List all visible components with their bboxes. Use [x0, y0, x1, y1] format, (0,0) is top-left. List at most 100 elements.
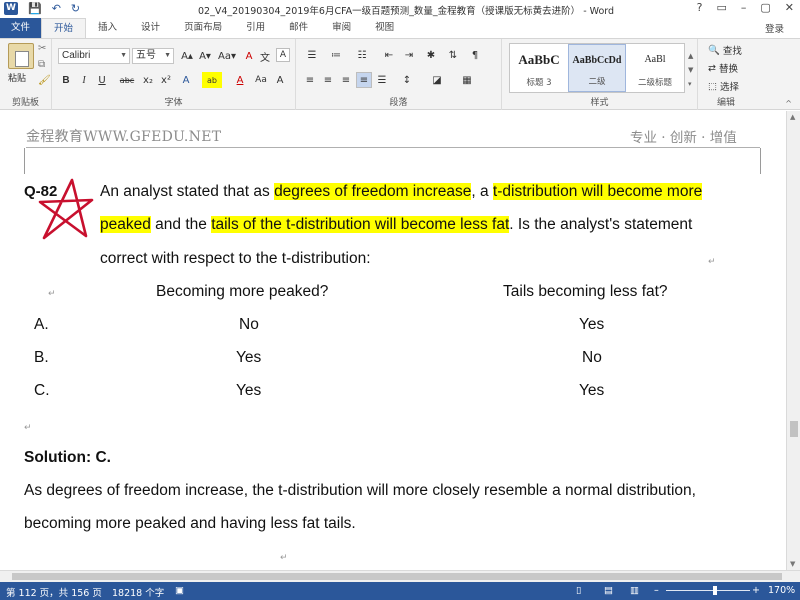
font-color-button[interactable]: A [232, 72, 248, 88]
editing-label: 编辑 [716, 98, 735, 108]
tab-home[interactable]: 开始 [41, 18, 87, 38]
align-right-icon[interactable]: ≡ [338, 72, 354, 88]
tab-mailings[interactable]: 邮件 [277, 18, 320, 38]
word-count[interactable]: 18218 个字 [112, 585, 164, 599]
proofing-icon[interactable]: ▣ [175, 585, 184, 596]
tab-view[interactable]: 视图 [363, 18, 406, 38]
option-b-peaked: Yes [236, 349, 262, 366]
undo-icon[interactable]: ↶ [52, 2, 61, 15]
zoom-in-icon[interactable]: + [752, 585, 760, 596]
increase-indent-icon[interactable]: ⇥ [400, 47, 418, 63]
table-header-tails: Tails becoming less fat? [503, 283, 668, 300]
paste-icon[interactable] [8, 43, 34, 69]
minimize-icon[interactable]: – [741, 1, 747, 14]
read-mode-icon[interactable]: ▯ [576, 585, 581, 596]
cut-icon[interactable]: ✂ [38, 43, 46, 54]
style-name: 二级 [588, 77, 606, 87]
style-preview: AaBbCcDd [572, 55, 622, 66]
borders-icon[interactable]: ▦ [456, 72, 478, 88]
paragraph-mark: ↵ [24, 423, 32, 433]
redo-icon[interactable]: ↻ [71, 2, 80, 15]
chinese-layout-icon[interactable]: ✱ [422, 47, 440, 63]
strikethrough-button[interactable]: abc [116, 72, 138, 88]
print-layout-icon[interactable]: ▤ [604, 585, 613, 596]
help-icon[interactable]: ? [697, 1, 703, 14]
style-heading3[interactable]: AaBbC 标题 3 [510, 44, 568, 92]
question-text: . Is the analyst's statement [509, 216, 693, 233]
show-marks-icon[interactable]: ¶ [466, 47, 484, 63]
ribbon-tabs: 文件 开始 插入 设计 页面布局 引用 邮件 审阅 视图 登录 [0, 18, 800, 38]
style-preview: AaBl [644, 54, 666, 65]
zoom-out-icon[interactable]: – [654, 585, 659, 596]
document-page[interactable]: 金程教育WWW.GFEDU.NET 专业 · 创新 · 增值 Q-82 An a… [0, 111, 786, 570]
highlight-button[interactable]: ab [202, 72, 222, 88]
clear-format-button[interactable]: A [242, 48, 256, 64]
collapse-ribbon-icon[interactable]: ^ [785, 99, 792, 108]
distributed-icon[interactable]: ☰ [374, 72, 390, 88]
tab-references[interactable]: 引用 [234, 18, 277, 38]
char-shading-button[interactable]: Aa [252, 72, 270, 88]
char-border-button[interactable]: A [276, 48, 290, 62]
tab-file[interactable]: 文件 [0, 18, 42, 38]
text-effects-button[interactable]: A [178, 72, 194, 88]
style-level2[interactable]: AaBbCcDd 二级 [568, 44, 626, 92]
superscript-button[interactable]: x² [158, 72, 174, 88]
format-painter-icon[interactable]: 🖌 [38, 75, 51, 86]
zoom-slider[interactable] [666, 590, 750, 591]
decrease-indent-icon[interactable]: ⇤ [380, 47, 398, 63]
tab-design[interactable]: 设计 [129, 18, 172, 38]
maximize-icon[interactable]: ▢ [760, 1, 770, 14]
zoom-slider-knob[interactable] [713, 586, 717, 595]
italic-button[interactable]: I [76, 72, 92, 88]
align-left-icon[interactable]: ≡ [302, 72, 318, 88]
multilevel-list-icon[interactable]: ☷ [352, 47, 372, 63]
close-icon[interactable]: ✕ [785, 1, 794, 14]
grow-font-button[interactable]: A▴ [178, 48, 196, 64]
tab-review[interactable]: 审阅 [320, 18, 363, 38]
numbering-icon[interactable]: ≔ [326, 47, 346, 63]
enclose-char-button[interactable]: A [272, 72, 288, 88]
question-line-1: An analyst stated that as degrees of fre… [100, 183, 703, 201]
vertical-scrollbar[interactable]: ▲ ▼ [786, 111, 800, 570]
shrink-font-button[interactable]: A▾ [196, 48, 214, 64]
horizontal-scrollbar[interactable] [0, 570, 800, 582]
ribbon-display-icon[interactable]: ▭ [716, 1, 726, 14]
change-case-button[interactable]: Aa▾ [214, 48, 240, 64]
option-a-tails: Yes [579, 316, 605, 333]
paste-button[interactable]: 粘贴 [8, 71, 26, 84]
vertical-scroll-thumb[interactable] [790, 421, 798, 437]
find-button[interactable]: 🔍 查找 [708, 43, 742, 58]
bold-button[interactable]: B [58, 72, 74, 88]
zoom-level[interactable]: 170% [768, 585, 795, 596]
sort-icon[interactable]: ⇅ [444, 47, 462, 63]
copy-icon[interactable]: ⧉ [38, 59, 45, 70]
font-size-select[interactable]: 五号 ▼ [132, 48, 174, 64]
search-icon: 🔍 [708, 44, 720, 56]
tab-insert[interactable]: 插入 [86, 18, 129, 38]
scroll-down-icon[interactable]: ▼ [790, 560, 795, 568]
login-link[interactable]: 登录 [765, 21, 784, 35]
justify-icon[interactable]: ≡ [356, 72, 372, 88]
subscript-button[interactable]: x₂ [140, 72, 156, 88]
clipboard-label: 剪贴板 [11, 98, 39, 108]
select-button[interactable]: ⬚ 选择 [708, 79, 739, 94]
option-c-peaked: Yes [236, 382, 262, 399]
replace-button[interactable]: ⇄ 替换 [708, 61, 738, 76]
scroll-up-icon[interactable]: ▲ [790, 113, 795, 121]
bullets-icon[interactable]: ☰ [302, 47, 322, 63]
word-window: W 💾 ↶ ↻ 02_V4_20190304_2019年6月CFA一级百题预测_… [0, 0, 800, 600]
align-center-icon[interactable]: ≡ [320, 72, 336, 88]
font-name-select[interactable]: Calibri ▼ [58, 48, 130, 64]
shading-icon[interactable]: ◪ [426, 72, 448, 88]
line-spacing-icon[interactable]: ↕ [396, 72, 418, 88]
page-count[interactable]: 第 112 页，共 156 页 [6, 585, 102, 599]
web-layout-icon[interactable]: ▥ [630, 585, 639, 596]
header-right-text: 专业 · 创新 · 增值 [630, 130, 737, 146]
tab-layout[interactable]: 页面布局 [172, 18, 234, 38]
horizontal-scroll-thumb[interactable] [12, 573, 782, 580]
save-icon[interactable]: 💾 [28, 2, 42, 15]
underline-button[interactable]: U [94, 72, 110, 88]
styles-scroll[interactable]: ▲ ▼ ▾ [688, 49, 693, 91]
phonetic-guide-button[interactable]: 文 [258, 48, 272, 64]
style-level2-heading[interactable]: AaBl 二级标题 [626, 44, 684, 92]
